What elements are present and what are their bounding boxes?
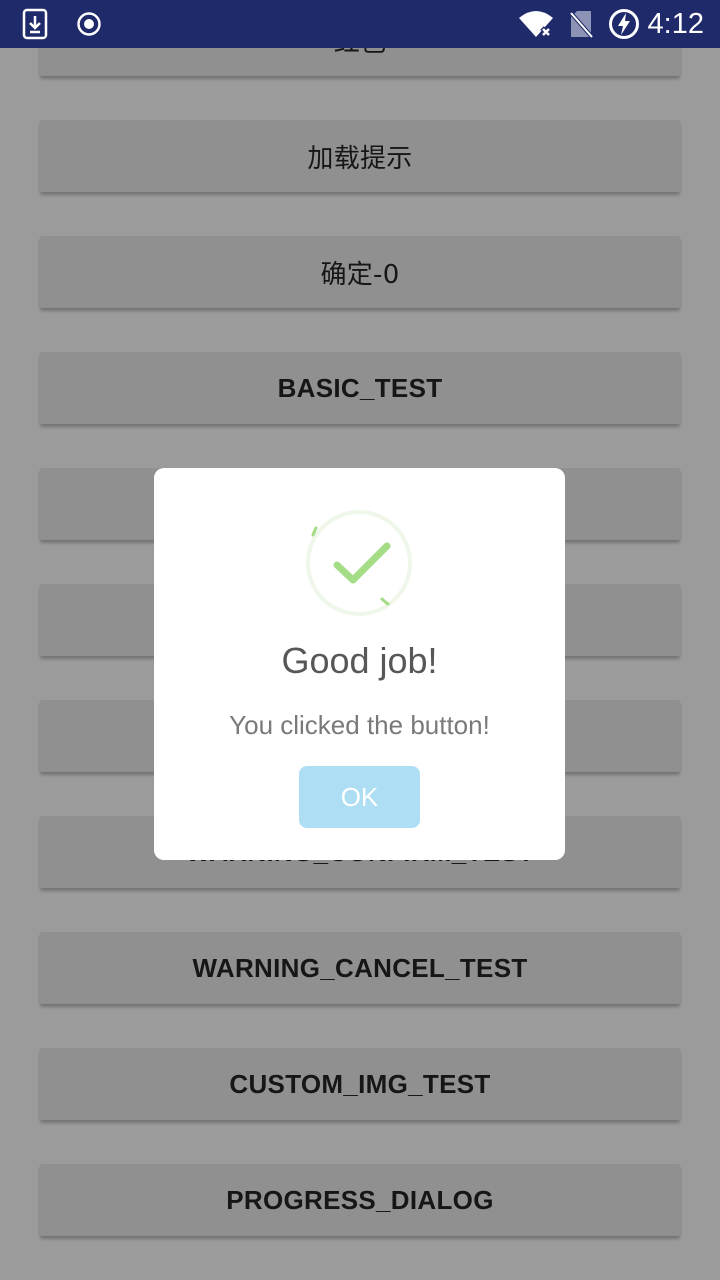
dialog-message: You clicked the button! xyxy=(229,710,490,740)
battery-charging-icon xyxy=(608,8,640,40)
wifi-icon xyxy=(518,10,554,38)
record-icon xyxy=(76,11,102,37)
clock: 4:12 xyxy=(647,7,704,40)
no-sim-icon xyxy=(568,9,594,39)
ok-button[interactable]: OK xyxy=(299,766,420,828)
success-dialog: Good job! You clicked the button! OK xyxy=(154,468,565,860)
status-bar: 4:12 xyxy=(0,0,720,48)
success-check-icon xyxy=(304,508,414,618)
dialog-title: Good job! xyxy=(281,640,438,681)
download-icon xyxy=(22,8,48,40)
